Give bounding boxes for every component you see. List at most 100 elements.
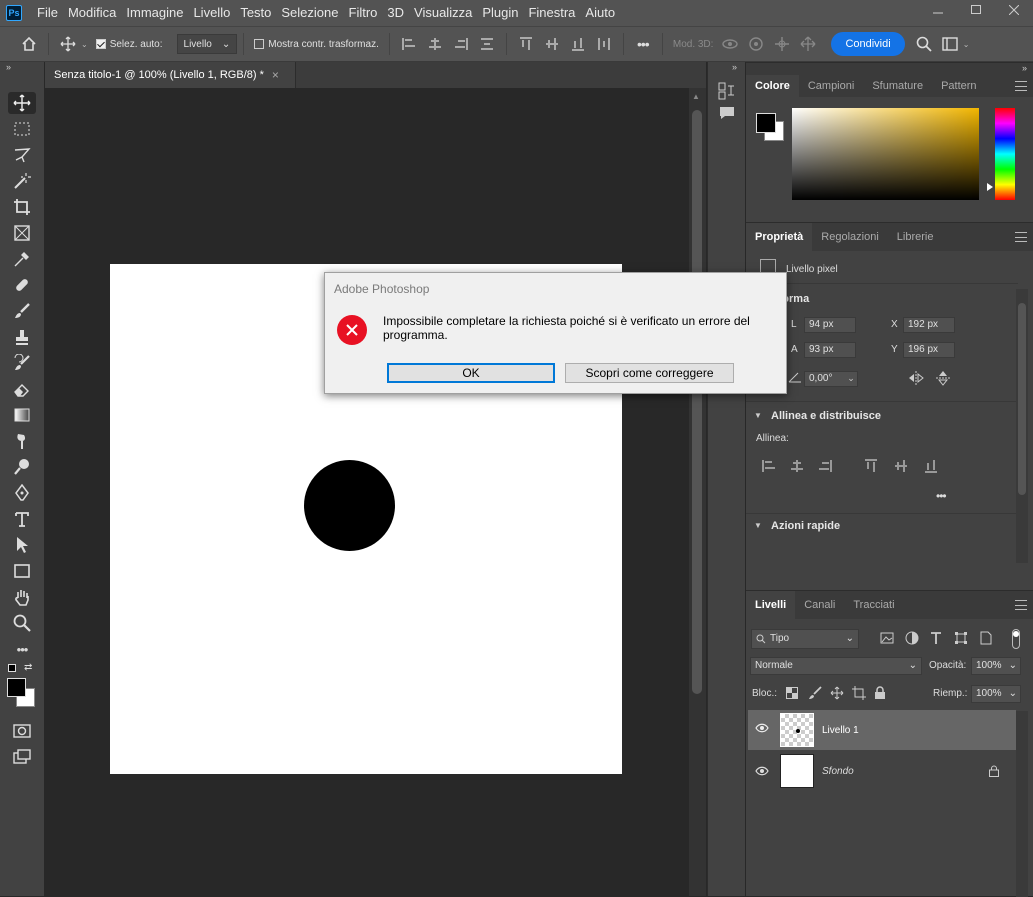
quick-actions-section-title[interactable]: Azioni rapide bbox=[771, 520, 840, 532]
lock-artboard-icon[interactable] bbox=[852, 686, 866, 700]
tab-sfumature[interactable]: Sfumature bbox=[863, 75, 932, 97]
black-circle-shape[interactable] bbox=[304, 460, 395, 551]
menu-modifica[interactable]: Modifica bbox=[63, 0, 121, 26]
minimize-icon[interactable] bbox=[919, 0, 957, 20]
path-selection-tool[interactable] bbox=[0, 532, 44, 558]
align-left-icon[interactable] bbox=[762, 459, 776, 473]
panel-menu-icon[interactable] bbox=[1015, 232, 1027, 242]
tab-regolazioni[interactable]: Regolazioni bbox=[812, 223, 887, 251]
home-icon[interactable] bbox=[16, 31, 42, 57]
scroll-up-icon[interactable]: ▲ bbox=[692, 92, 700, 101]
lock-all-icon[interactable] bbox=[874, 686, 886, 700]
align-left-icon[interactable] bbox=[396, 31, 422, 57]
type-tool[interactable] bbox=[0, 506, 44, 532]
layer-thumbnail[interactable] bbox=[780, 754, 814, 788]
maximize-icon[interactable] bbox=[957, 0, 995, 20]
slide-3d-icon[interactable] bbox=[795, 31, 821, 57]
eyedropper-tool[interactable] bbox=[0, 246, 44, 272]
search-icon[interactable] bbox=[911, 31, 937, 57]
chevron-down-icon[interactable]: ⌄ bbox=[1009, 658, 1017, 674]
auto-select-checkbox[interactable] bbox=[95, 39, 106, 49]
height-field[interactable]: 93 px bbox=[804, 342, 856, 358]
layer-thumbnail[interactable] bbox=[780, 713, 814, 747]
blend-mode-dropdown[interactable]: Normale ⌄ bbox=[750, 657, 922, 675]
move-tool[interactable] bbox=[0, 90, 44, 116]
foreground-color-swatch[interactable] bbox=[7, 678, 26, 697]
menu-file[interactable]: File bbox=[32, 0, 63, 26]
hue-slider[interactable] bbox=[995, 108, 1015, 200]
chevron-down-icon[interactable]: ⌄ bbox=[963, 40, 970, 49]
layer-name[interactable]: Livello 1 bbox=[822, 725, 859, 736]
menu-plugin[interactable]: Plugin bbox=[477, 0, 523, 26]
align-center-h-icon[interactable] bbox=[422, 31, 448, 57]
menu-visualizza[interactable]: Visualizza bbox=[409, 0, 477, 26]
pen-tool[interactable] bbox=[0, 480, 44, 506]
align-top-icon[interactable] bbox=[513, 31, 539, 57]
lock-position-icon[interactable] bbox=[830, 686, 844, 700]
tab-canali[interactable]: Canali bbox=[795, 591, 844, 619]
chevron-down-icon[interactable]: ⌄ bbox=[844, 371, 858, 387]
orbit-3d-icon[interactable] bbox=[717, 31, 743, 57]
width-field[interactable]: 94 px bbox=[804, 317, 856, 333]
default-colors-icon[interactable] bbox=[8, 664, 16, 672]
align-middle-v-icon[interactable] bbox=[894, 459, 908, 473]
rectangle-tool[interactable] bbox=[0, 558, 44, 584]
hue-slider-handle[interactable] bbox=[987, 183, 993, 191]
align-bottom-icon[interactable] bbox=[565, 31, 591, 57]
frame-tool[interactable] bbox=[0, 220, 44, 246]
align-bottom-icon[interactable] bbox=[924, 459, 938, 473]
flip-vertical-icon[interactable] bbox=[936, 370, 950, 386]
x-field[interactable]: 192 px bbox=[903, 317, 955, 333]
more-options-icon[interactable]: ••• bbox=[630, 31, 656, 57]
swap-colors-icon[interactable]: ⇄ bbox=[24, 662, 32, 673]
distribute-v-icon[interactable] bbox=[474, 31, 500, 57]
brush-tool[interactable] bbox=[0, 298, 44, 324]
align-middle-v-icon[interactable] bbox=[539, 31, 565, 57]
show-transform-checkbox[interactable] bbox=[254, 39, 265, 49]
menu-immagine[interactable]: Immagine bbox=[121, 0, 188, 26]
tab-proprieta[interactable]: Proprietà bbox=[746, 223, 813, 251]
share-button[interactable]: Condividi bbox=[831, 32, 905, 56]
panel-menu-icon[interactable] bbox=[1015, 600, 1027, 610]
align-top-icon[interactable] bbox=[864, 459, 878, 473]
fill-field[interactable]: 100% ⌄ bbox=[971, 685, 1021, 703]
menu-finestra[interactable]: Finestra bbox=[523, 0, 580, 26]
layer-row-livello-1[interactable]: Livello 1 bbox=[748, 710, 1016, 750]
menu-3d[interactable]: 3D bbox=[382, 0, 409, 26]
hand-tool[interactable] bbox=[0, 584, 44, 610]
align-right-icon[interactable] bbox=[818, 459, 832, 473]
distribute-h-icon[interactable] bbox=[591, 31, 617, 57]
quick-mask-icon[interactable] bbox=[0, 718, 44, 744]
menu-filtro[interactable]: Filtro bbox=[344, 0, 383, 26]
menu-aiuto[interactable]: Aiuto bbox=[580, 0, 620, 26]
layer-filter-dropdown[interactable]: Tipo ⌄ bbox=[751, 629, 859, 649]
layers-scrollbar[interactable] bbox=[1016, 711, 1028, 897]
workspace-icon[interactable] bbox=[937, 31, 963, 57]
move-tool-icon[interactable] bbox=[55, 31, 81, 57]
edit-toolbar-icon[interactable]: ••• bbox=[0, 636, 44, 662]
auto-select-dropdown[interactable]: Livello ⌄ bbox=[176, 34, 238, 54]
filter-type-icon[interactable] bbox=[930, 631, 942, 645]
lasso-tool[interactable] bbox=[0, 142, 44, 168]
dodge-tool[interactable] bbox=[0, 454, 44, 480]
foreground-color-swatch[interactable] bbox=[756, 113, 776, 133]
filter-pixel-icon[interactable] bbox=[880, 632, 894, 644]
history-panel-icon[interactable] bbox=[718, 82, 745, 100]
collapse-panels-icon[interactable]: » bbox=[746, 63, 1033, 75]
document-tab[interactable]: Senza titolo-1 @ 100% (Livello 1, RGB/8)… bbox=[45, 62, 296, 88]
menu-livello[interactable]: Livello bbox=[188, 0, 235, 26]
menu-selezione[interactable]: Selezione bbox=[276, 0, 343, 26]
crop-tool[interactable] bbox=[0, 194, 44, 220]
stamp-tool[interactable] bbox=[0, 324, 44, 350]
y-field[interactable]: 196 px bbox=[903, 342, 955, 358]
blur-tool[interactable] bbox=[0, 428, 44, 454]
chevron-down-icon[interactable]: ▼ bbox=[754, 521, 762, 530]
flip-horizontal-icon[interactable] bbox=[908, 371, 924, 385]
lock-transparent-icon[interactable] bbox=[786, 687, 798, 699]
collapse-toolbox-icon[interactable]: » bbox=[0, 62, 44, 74]
roll-3d-icon[interactable] bbox=[743, 31, 769, 57]
tab-colore[interactable]: Colore bbox=[746, 75, 799, 97]
align-section-title[interactable]: Allinea e distribuisce bbox=[771, 410, 881, 422]
layer-row-sfondo[interactable]: Sfondo bbox=[748, 751, 1016, 791]
history-brush-tool[interactable] bbox=[0, 350, 44, 376]
